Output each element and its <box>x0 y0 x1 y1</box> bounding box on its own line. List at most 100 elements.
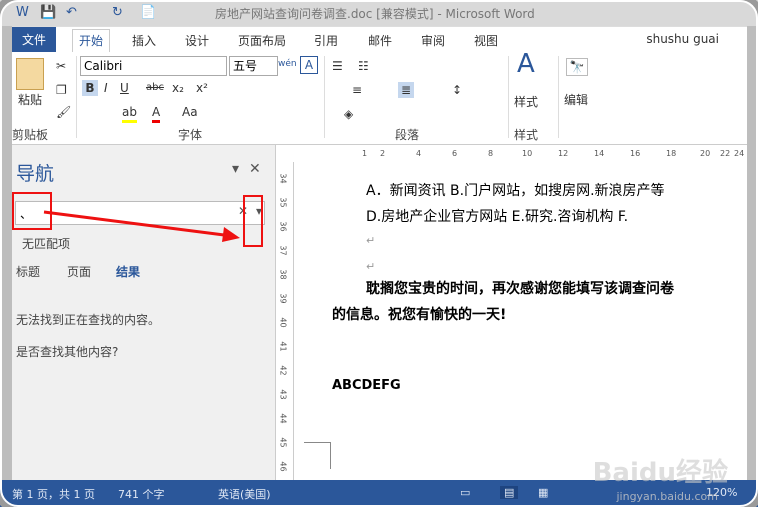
ruler-tick: 12 <box>558 149 569 158</box>
tab-view[interactable]: 视图 <box>474 32 498 49</box>
page-count[interactable]: 第 1 页，共 1 页 <box>12 486 95 502</box>
ruler-tick: 36 <box>278 221 288 232</box>
divider <box>508 56 509 138</box>
bold-icon[interactable]: B <box>82 80 98 96</box>
tab-file[interactable]: 文件 <box>12 27 56 53</box>
watermark-url: jingyan.baidu.com <box>616 490 718 503</box>
word-count[interactable]: 741 个字 <box>118 486 165 502</box>
format-painter-icon[interactable]: 🖌 <box>56 104 71 120</box>
strikethrough-icon[interactable]: abc <box>146 80 164 96</box>
underline-icon[interactable]: U <box>120 80 129 96</box>
styles-button[interactable]: 样式 <box>514 94 538 110</box>
tab-pages[interactable]: 页面 <box>67 263 91 280</box>
read-mode-icon[interactable]: ▭ <box>460 486 470 499</box>
horizontal-ruler: 1 2 4 6 8 10 12 14 16 18 20 22 24 <box>300 146 747 163</box>
ruler-tick: 14 <box>594 149 605 158</box>
ruler-tick: 42 <box>278 365 288 376</box>
paste-button[interactable]: 粘贴 <box>12 92 48 108</box>
tab-insert[interactable]: 插入 <box>132 32 156 49</box>
title-bar: W 💾 ↶ ↻ 📄 房地产网站查询问卷调查.doc [兼容模式] - Micro… <box>0 0 758 26</box>
copy-icon[interactable]: ❐ <box>56 82 67 98</box>
superscript-icon[interactable]: x² <box>196 80 208 96</box>
ruler-tick: 2 <box>380 149 386 158</box>
doc-line-thanks-2: 的信息。祝您有愉快的一天! <box>332 307 507 323</box>
tab-results[interactable]: 结果 <box>116 263 140 280</box>
ruler-tick: 34 <box>278 173 288 184</box>
shading-icon[interactable]: ◈ <box>344 106 353 122</box>
tab-references[interactable]: 引用 <box>314 32 338 49</box>
new-doc-icon[interactable]: 📄 <box>140 5 156 20</box>
ruler-tick: 22 <box>720 149 731 158</box>
doc-line-options-2: D.房地产企业官方网站 E.研究.咨询机构 F. <box>366 209 629 225</box>
font-group-label: 字体 <box>178 128 203 142</box>
ribbon-tab-bar: 文件 开始 插入 设计 页面布局 引用 邮件 审阅 视图 shushu guai <box>12 26 747 54</box>
language[interactable]: 英语(美国) <box>218 486 271 502</box>
ruler-tick: 6 <box>452 149 458 158</box>
print-layout-icon[interactable]: ▤ <box>500 486 519 499</box>
change-case-icon[interactable]: Aa <box>182 104 198 120</box>
save-icon[interactable]: 💾 <box>40 5 56 20</box>
styles-group-label: 样式 <box>514 128 539 142</box>
red-arrow-icon <box>43 210 240 242</box>
highlight-icon[interactable]: ab <box>122 104 137 123</box>
ruler-tick: 35 <box>278 197 288 208</box>
ruler-tick: 1 <box>362 149 368 158</box>
vertical-ruler: 34 35 36 37 38 39 40 41 42 43 44 45 46 <box>277 162 294 480</box>
bullets-icon[interactable]: ☰ <box>332 58 343 74</box>
divider <box>558 56 559 138</box>
styles-icon[interactable]: A <box>517 51 535 77</box>
phonetic-guide-icon[interactable]: wén <box>278 56 297 72</box>
paragraph-group-label: 段落 <box>395 128 420 142</box>
ruler-tick: 43 <box>278 389 288 400</box>
undo-icon[interactable]: ↶ <box>66 5 77 20</box>
search-other-message: 是否查找其他内容? <box>16 345 119 359</box>
ruler-tick: 18 <box>666 149 677 158</box>
ribbon-home: 粘贴 ✂ ❐ 🖌 剪贴板 Calibri 五号 wén A B I U abc … <box>12 51 747 145</box>
doc-line-thanks-1: 耽搁您宝贵的时间，再次感谢您能填写该调查问卷 <box>366 281 674 297</box>
align-center-icon[interactable]: ≡ <box>352 82 362 98</box>
tab-mailings[interactable]: 邮件 <box>368 32 392 49</box>
clipboard-group-label: 剪贴板 <box>12 128 49 142</box>
close-icon[interactable]: ✕ <box>249 161 261 177</box>
tab-home[interactable]: 开始 <box>72 29 111 54</box>
tab-review[interactable]: 审阅 <box>421 32 445 49</box>
ruler-tick: 8 <box>488 149 494 158</box>
word-icon: W <box>16 5 29 20</box>
paste-icon[interactable] <box>16 58 44 90</box>
ruler-tick: 16 <box>630 149 641 158</box>
font-color-icon[interactable]: A <box>152 104 161 123</box>
page-corner-mark <box>304 442 331 469</box>
nav-options-icon[interactable]: ▾ <box>232 161 239 177</box>
not-found-message: 无法找到正在查找的内容。 <box>16 313 161 327</box>
italic-icon[interactable]: I <box>104 80 108 96</box>
ruler-tick: 37 <box>278 245 288 256</box>
cut-icon[interactable]: ✂ <box>56 58 66 74</box>
numbering-icon[interactable]: ☷ <box>358 58 369 74</box>
justify-icon[interactable]: ≣ <box>398 82 414 98</box>
document-page[interactable]: A．新闻资讯 B.门户网站，如搜房网.新浪房产等 D.房地产企业官方网站 E.研… <box>294 162 747 480</box>
nav-title: 导航 <box>16 163 55 185</box>
ruler-tick: 46 <box>278 461 288 472</box>
subscript-icon[interactable]: x₂ <box>172 80 184 96</box>
doc-line-options-1: A．新闻资讯 B.门户网站，如搜房网.新浪房产等 <box>366 183 665 199</box>
redo-icon[interactable]: ↻ <box>112 5 123 20</box>
ruler-tick: 45 <box>278 437 288 448</box>
ruler-tick: 40 <box>278 317 288 328</box>
ruler-tick: 38 <box>278 269 288 280</box>
watermark-logo: Baidu经验 <box>592 458 728 488</box>
char-border-icon[interactable]: A <box>300 56 318 74</box>
binoculars-icon[interactable]: 🔭 <box>566 58 588 76</box>
line-spacing-icon[interactable]: ↕ <box>452 82 462 98</box>
tab-design[interactable]: 设计 <box>185 32 209 49</box>
word-window: W 💾 ↶ ↻ 📄 房地产网站查询问卷调查.doc [兼容模式] - Micro… <box>0 0 758 507</box>
tab-headings[interactable]: 标题 <box>16 263 40 280</box>
editing-button[interactable]: 编辑 <box>564 92 588 108</box>
tab-page-layout[interactable]: 页面布局 <box>238 32 286 49</box>
doc-line-abcdefg: ABCDEFG <box>332 378 401 393</box>
ruler-tick: 41 <box>278 341 288 352</box>
font-size-select[interactable]: 五号 <box>229 56 278 76</box>
font-name-select[interactable]: Calibri <box>80 56 227 76</box>
web-layout-icon[interactable]: ▦ <box>538 486 548 499</box>
ruler-tick: 44 <box>278 413 288 424</box>
user-name[interactable]: shushu guai <box>646 32 719 46</box>
